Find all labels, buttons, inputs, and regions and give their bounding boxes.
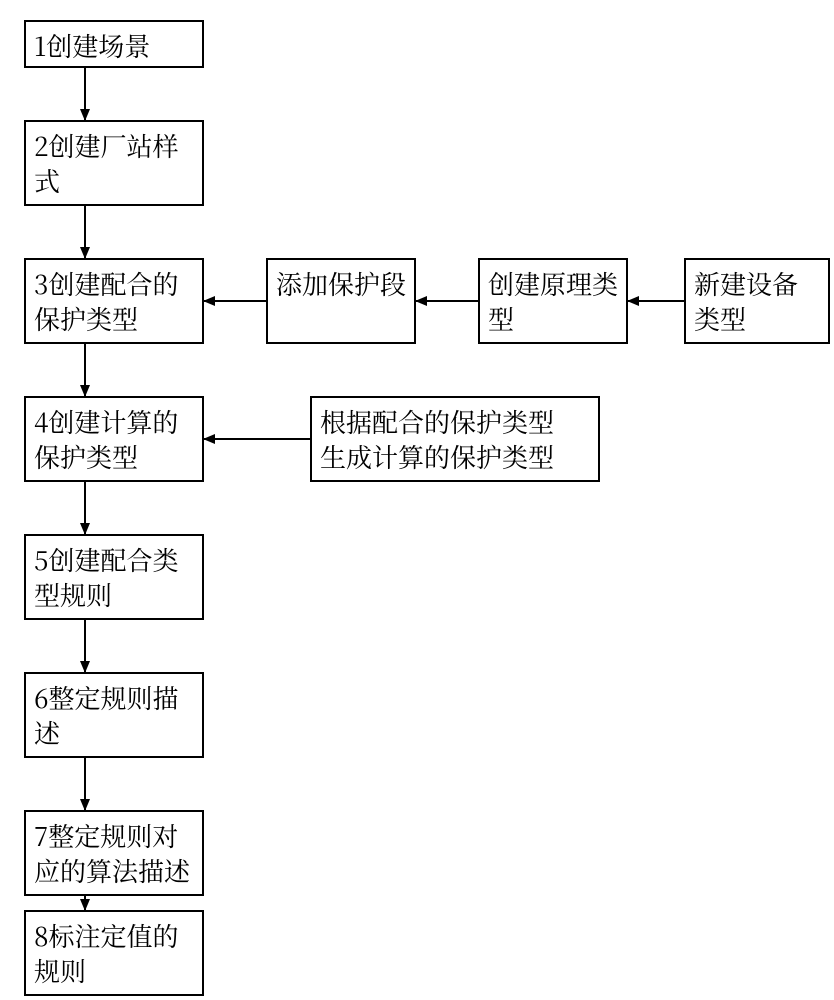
node-label-setting-rules: 8标注定值的规则	[24, 910, 204, 996]
node-line-2: 生成计算的保护类型	[320, 438, 554, 475]
node-create-principle-type: 创建原理类型	[478, 258, 628, 344]
node-create-calc-protection-type: 4创建计算的保护类型	[24, 396, 204, 482]
node-new-device-type: 新建设备类型	[684, 258, 830, 344]
node-create-coord-protection-type: 3创建配合的保护类型	[24, 258, 204, 344]
node-create-station-style: 2创建厂站样式	[24, 120, 204, 206]
node-create-coord-type-rules: 5创建配合类型规则	[24, 534, 204, 620]
node-gen-calc-protection-from-coord: 根据配合的保护类型 生成计算的保护类型	[310, 396, 600, 482]
node-add-protection-section: 添加保护段	[266, 258, 416, 344]
node-create-scene: 1创建场景	[24, 20, 204, 68]
flowchart-canvas: 1创建场景 2创建厂站样式 3创建配合的保护类型 4创建计算的保护类型 5创建配…	[0, 0, 834, 1000]
node-setting-rule-desc: 6整定规则描述	[24, 672, 204, 758]
node-line-1: 根据配合的保护类型	[320, 403, 554, 440]
node-setting-rule-algo-desc: 7整定规则对应的算法描述	[24, 810, 204, 896]
